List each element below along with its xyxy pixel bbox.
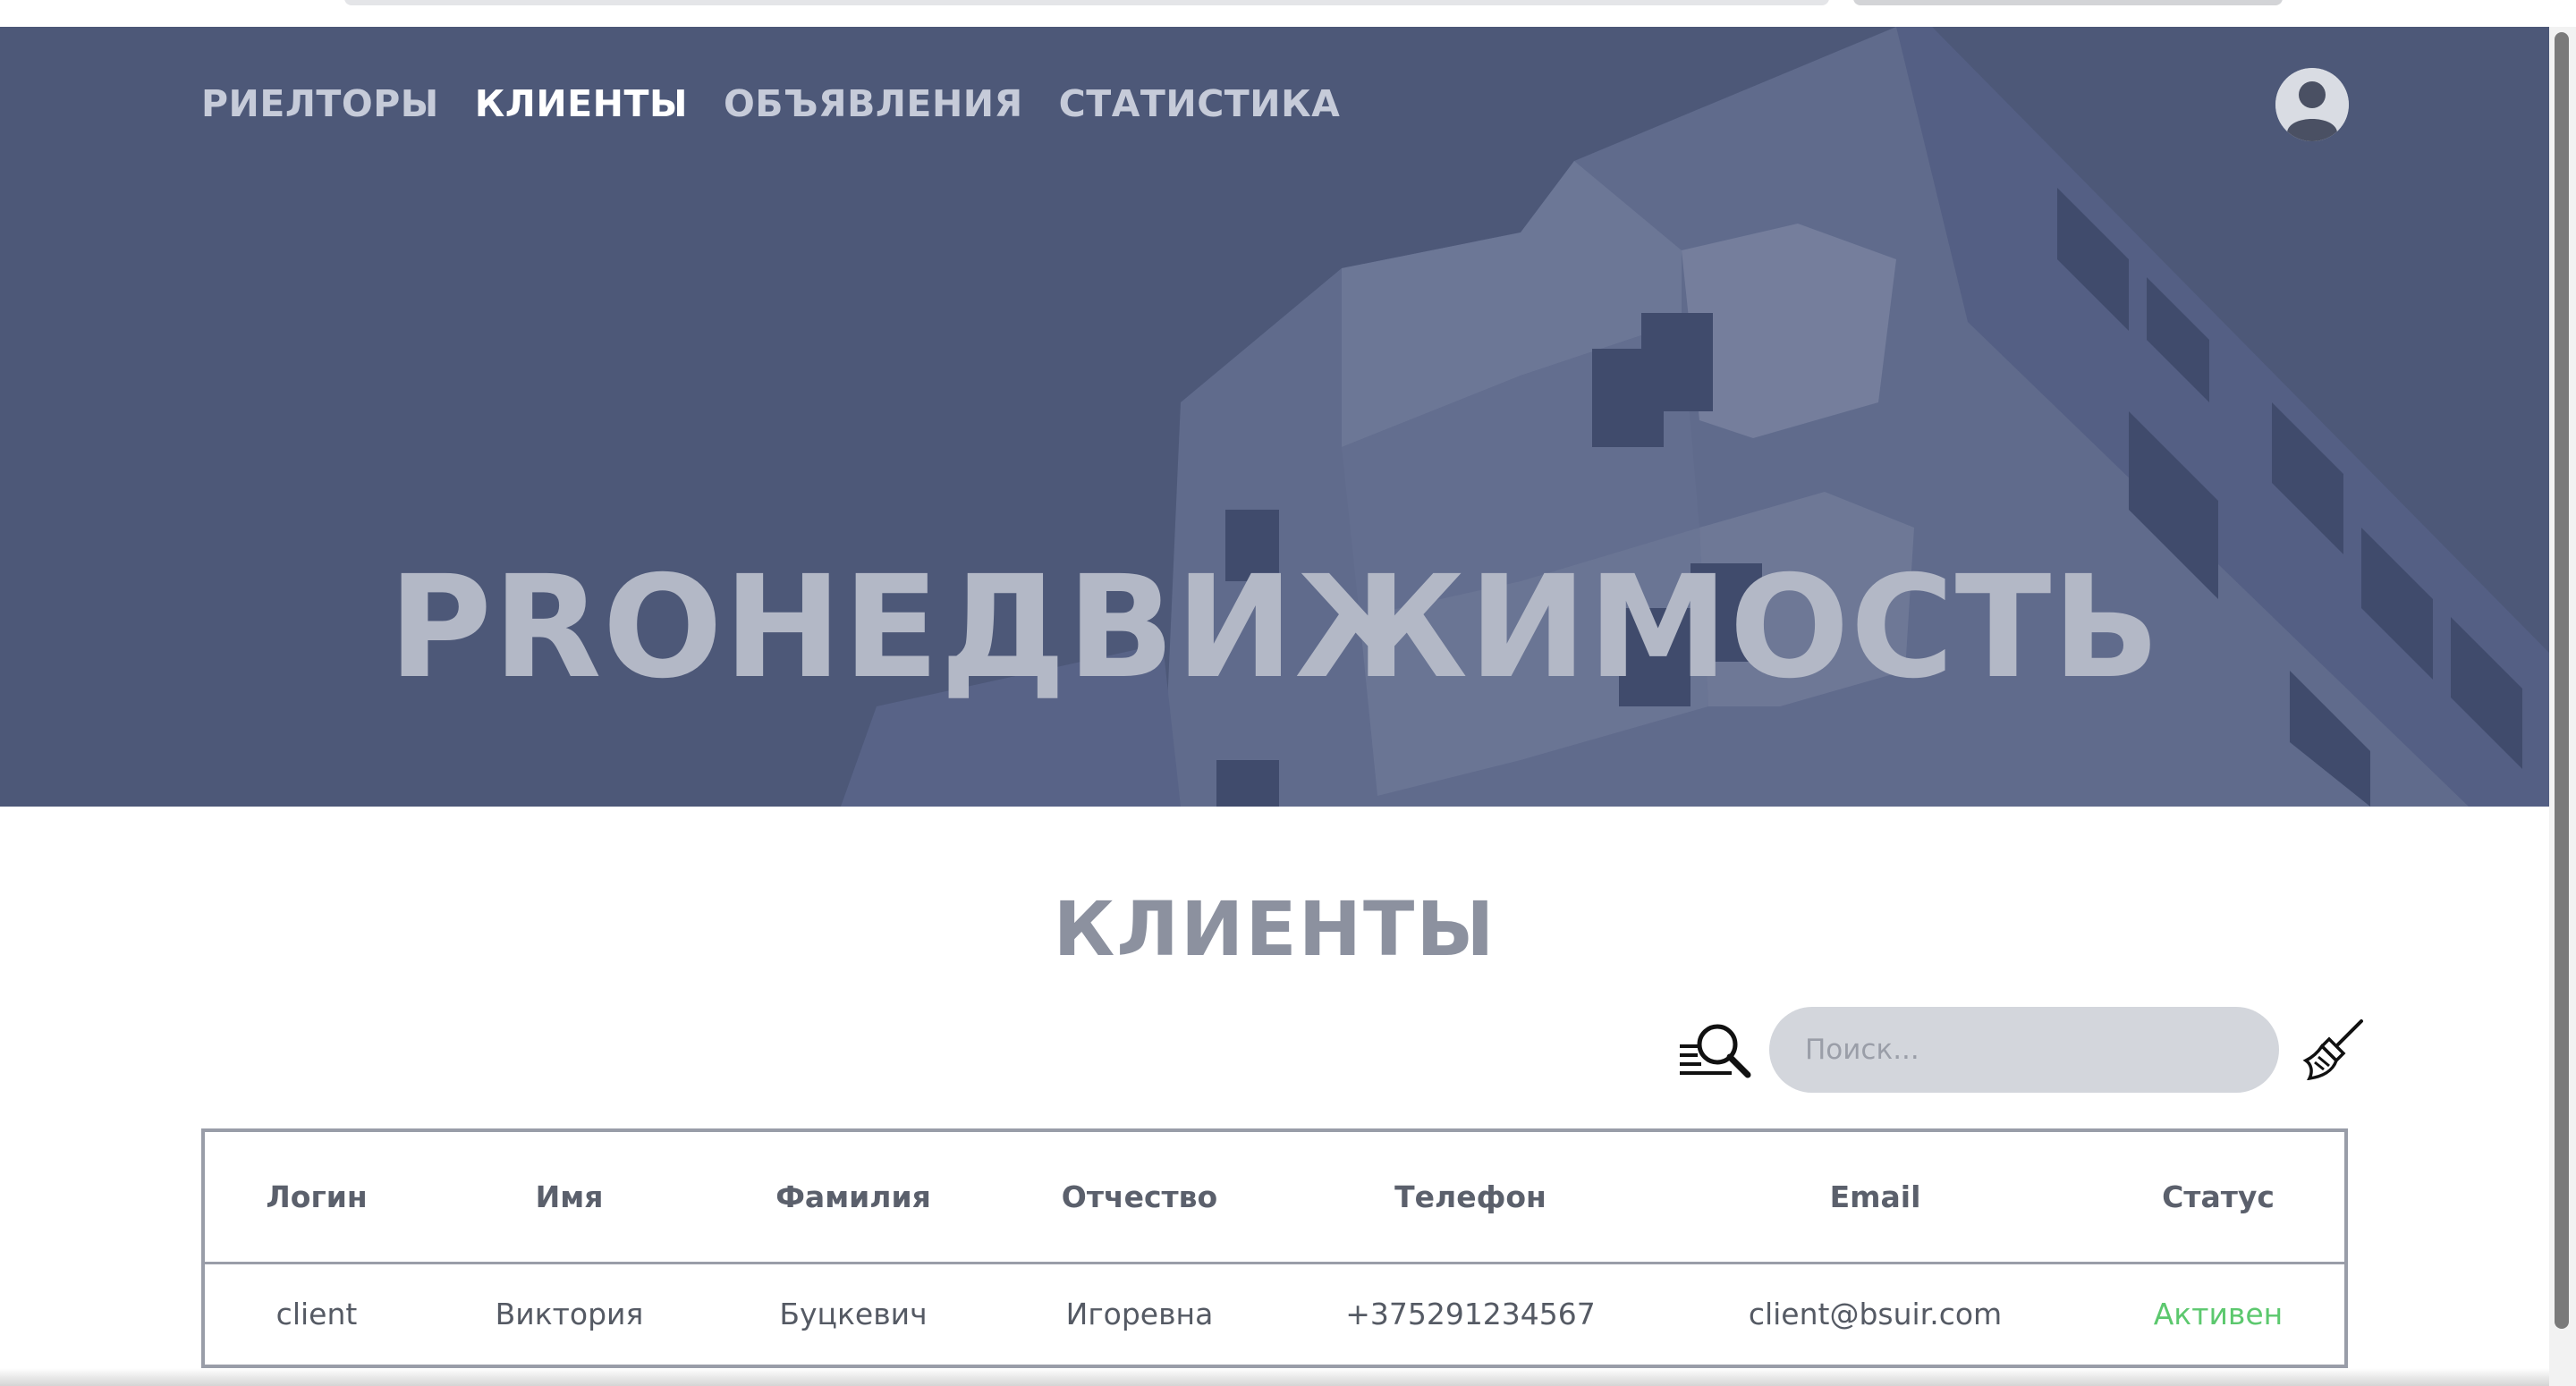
- nav-item-statistics[interactable]: СТАТИСТИКА: [1059, 82, 1341, 125]
- tab-strip-active: [1853, 0, 2283, 5]
- hero-banner: РИЕЛТОРЫ КЛИЕНТЫ ОБЪЯВЛЕНИЯ СТАТИСТИКА P…: [0, 27, 2549, 807]
- user-avatar-icon[interactable]: [2275, 68, 2349, 141]
- main-nav: РИЕЛТОРЫ КЛИЕНТЫ ОБЪЯВЛЕНИЯ СТАТИСТИКА: [201, 82, 1376, 125]
- scrollbar-thumb[interactable]: [2555, 32, 2569, 1329]
- cell-last-name: Буцкевич: [779, 1297, 928, 1332]
- column-header-last-name[interactable]: Фамилия: [710, 1132, 996, 1264]
- column-header-patronymic[interactable]: Отчество: [996, 1132, 1283, 1264]
- cell-patronymic: Игоревна: [1065, 1297, 1214, 1332]
- brand-title: PROНЕДВИЖИМОСТЬ: [388, 545, 2161, 710]
- column-header-phone[interactable]: Телефон: [1283, 1132, 1658, 1264]
- cell-email: client@bsuir.com: [1748, 1297, 2003, 1332]
- nav-item-clients[interactable]: КЛИЕНТЫ: [475, 82, 688, 125]
- search-icon[interactable]: [1678, 1019, 1751, 1080]
- table-row[interactable]: client Виктория Буцкевич Игоревна +37529…: [205, 1263, 2344, 1365]
- cell-login: client: [275, 1297, 358, 1332]
- window-bottom-shadow: [0, 1368, 2549, 1386]
- table-header-row: Логин Имя Фамилия Отчество Телефон Email…: [205, 1132, 2344, 1264]
- cell-first-name: Виктория: [495, 1297, 644, 1332]
- column-header-login[interactable]: Логин: [205, 1132, 428, 1264]
- cell-phone: +375291234567: [1345, 1297, 1596, 1332]
- browser-top-strip: [0, 0, 2576, 27]
- search-input[interactable]: [1769, 1007, 2279, 1093]
- column-header-status[interactable]: Статус: [2092, 1132, 2344, 1264]
- nav-item-realtors[interactable]: РИЕЛТОРЫ: [201, 82, 439, 125]
- nav-item-listings[interactable]: ОБЪЯВЛЕНИЯ: [724, 82, 1023, 125]
- tab-strip: [344, 0, 1829, 5]
- column-header-first-name[interactable]: Имя: [428, 1132, 710, 1264]
- broom-icon[interactable]: [2302, 1018, 2365, 1081]
- column-header-email[interactable]: Email: [1658, 1132, 2092, 1264]
- page-title: КЛИЕНТЫ: [1053, 885, 1496, 973]
- clients-table: Логин Имя Фамилия Отчество Телефон Email…: [201, 1128, 2348, 1368]
- status-badge: Активен: [2153, 1297, 2284, 1332]
